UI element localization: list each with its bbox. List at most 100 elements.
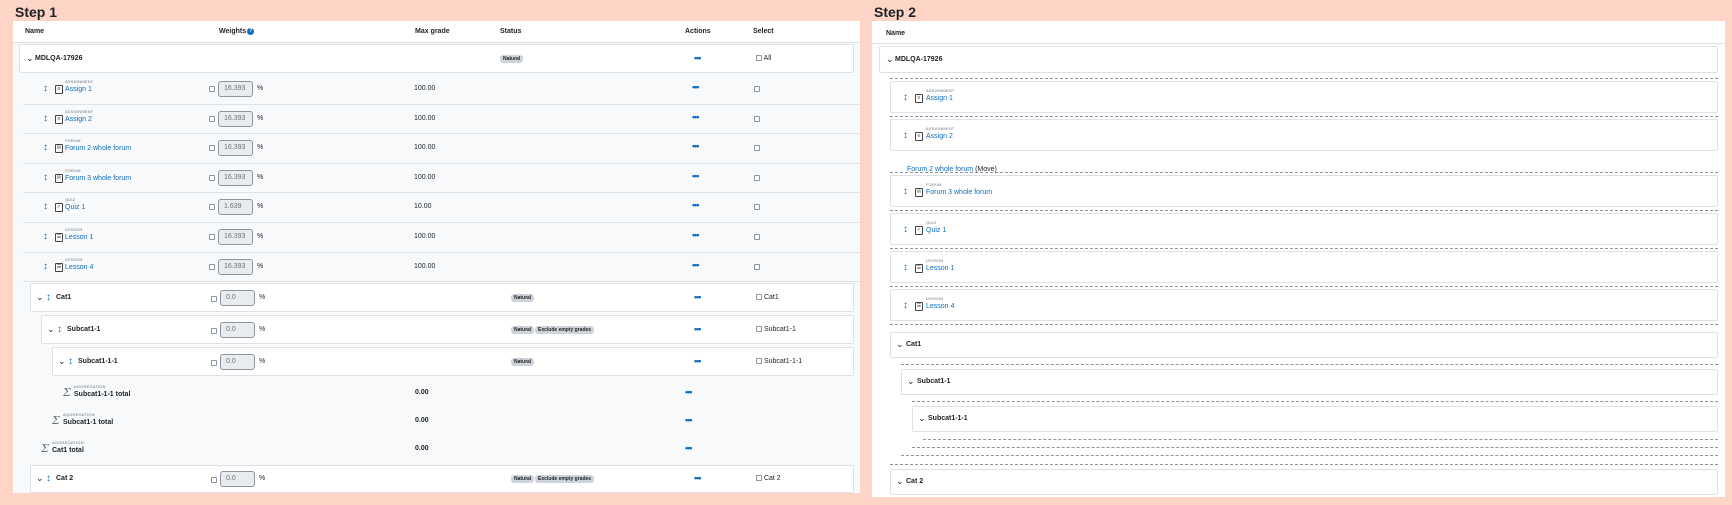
weight-override-checkbox[interactable] [211,328,217,334]
move-icon[interactable]: ↕ [43,231,48,242]
item-link[interactable]: Assign 1 [65,86,92,93]
select-checkbox[interactable] [754,115,760,122]
chevron-down-icon[interactable]: ⌄ [918,413,926,424]
move-icon[interactable]: ↕ [43,113,48,124]
move-icon[interactable]: ↕ [43,201,48,212]
weight-input[interactable]: 16.393 [218,110,253,127]
weight-input[interactable]: 0.0 [220,322,255,338]
chevron-down-icon[interactable]: ⌄ [907,376,915,387]
weight-override-checkbox[interactable] [211,296,217,302]
actions-menu[interactable]: ••• [694,356,702,366]
actions-menu[interactable]: ••• [692,171,700,181]
actions-menu[interactable]: ••• [692,200,700,210]
weight-override-checkbox[interactable] [209,204,215,211]
weight-override-checkbox[interactable] [209,234,215,240]
chevron-down-icon[interactable]: ⌄ [26,53,34,64]
move-target[interactable] [890,464,1718,465]
chevron-down-icon[interactable]: ⌄ [36,473,44,484]
item-link[interactable]: Forum 2 whole forum [65,145,131,152]
weight-input[interactable]: 16.393 [218,229,253,245]
chevron-down-icon[interactable]: ⌄ [36,292,44,303]
move-target[interactable] [912,447,1718,448]
select-checkbox[interactable] [754,263,760,270]
select-checkbox[interactable] [754,204,760,211]
move-icon[interactable]: ↕ [46,473,51,484]
move-target[interactable] [890,172,1718,173]
weight-input[interactable]: 0.0 [220,471,255,487]
move-target[interactable] [890,248,1718,249]
weight-override-checkbox[interactable] [209,174,215,181]
weight-input[interactable]: 0.0 [220,290,255,306]
actions-menu[interactable]: ••• [685,443,693,453]
select-cat2[interactable]: Cat 2 [756,475,781,482]
move-icon[interactable]: ↕ [903,224,908,235]
actions-menu[interactable]: ••• [692,141,700,151]
actions-menu[interactable]: ••• [685,415,693,425]
item-link[interactable]: Lesson 1 [65,234,93,241]
item-link[interactable]: Assign 2 [926,133,953,140]
actions-menu[interactable]: ••• [694,473,702,483]
item-link[interactable]: Lesson 1 [926,265,954,272]
actions-menu[interactable]: ••• [692,230,700,240]
item-link[interactable]: Forum 3 whole forum [65,175,131,182]
weight-input[interactable]: 16.393 [218,81,253,97]
weight-override-checkbox[interactable] [209,145,215,152]
select-checkbox[interactable] [754,86,760,92]
move-icon[interactable]: ↕ [903,300,908,311]
chevron-down-icon[interactable]: ⌄ [896,476,904,487]
move-icon[interactable]: ↕ [903,262,908,273]
weight-input[interactable]: 1.639 [218,199,253,216]
move-icon[interactable]: ↕ [43,142,48,153]
actions-menu[interactable]: ••• [685,387,693,397]
actions-menu[interactable]: ••• [694,53,702,63]
weight-input[interactable]: 16.393 [218,169,253,186]
move-target[interactable] [890,116,1718,117]
select-checkbox[interactable] [754,174,760,181]
move-target[interactable] [901,364,1718,365]
actions-menu[interactable]: ••• [692,82,700,92]
move-icon[interactable]: ↕ [903,186,908,197]
moving-item-name[interactable]: Forum 2 whole forum [907,166,973,173]
move-icon[interactable]: ↕ [43,172,48,183]
weight-input[interactable]: 16.393 [218,258,253,275]
move-icon[interactable]: ↕ [46,292,51,303]
chevron-down-icon[interactable]: ⌄ [886,54,894,65]
chevron-down-icon[interactable]: ⌄ [58,356,66,367]
move-icon[interactable]: ↕ [57,324,62,335]
move-target[interactable] [890,324,1718,325]
actions-menu[interactable]: ••• [692,112,700,122]
weight-override-checkbox[interactable] [209,263,215,270]
move-target[interactable] [890,78,1718,79]
select-cat1[interactable]: Cat1 [756,294,779,301]
move-icon[interactable]: ↕ [43,261,48,272]
move-target[interactable] [901,455,1718,456]
item-link[interactable]: Lesson 4 [926,303,954,310]
weight-input[interactable]: 0.0 [220,354,255,370]
move-icon[interactable]: ↕ [43,83,48,94]
move-target[interactable] [890,286,1718,287]
item-link[interactable]: Lesson 4 [65,264,93,271]
weight-override-checkbox[interactable] [209,115,215,122]
item-link[interactable]: Quiz 1 [926,227,946,234]
help-icon[interactable]: ? [247,28,255,35]
select-subcat1-1[interactable]: Subcat1-1 [756,326,796,333]
actions-menu[interactable]: ••• [694,324,702,334]
item-link[interactable]: Forum 3 whole forum [926,189,992,196]
chevron-down-icon[interactable]: ⌄ [896,339,904,350]
select-checkbox[interactable] [754,145,760,152]
move-target[interactable] [890,210,1718,211]
weight-override-checkbox[interactable] [211,477,217,483]
move-icon[interactable]: ↕ [903,130,908,141]
item-link[interactable]: Assign 2 [65,116,92,123]
item-link[interactable]: Quiz 1 [65,204,85,211]
move-target[interactable] [923,439,1718,440]
move-icon[interactable]: ↕ [68,356,73,367]
item-link[interactable]: Assign 1 [926,95,953,102]
weight-override-checkbox[interactable] [209,86,215,92]
select-checkbox[interactable] [754,234,760,240]
move-icon[interactable]: ↕ [903,92,908,103]
weight-override-checkbox[interactable] [211,360,217,366]
move-target[interactable] [912,401,1718,402]
actions-menu[interactable]: ••• [692,260,700,270]
select-subcat1-1-1[interactable]: Subcat1-1-1 [756,358,802,365]
